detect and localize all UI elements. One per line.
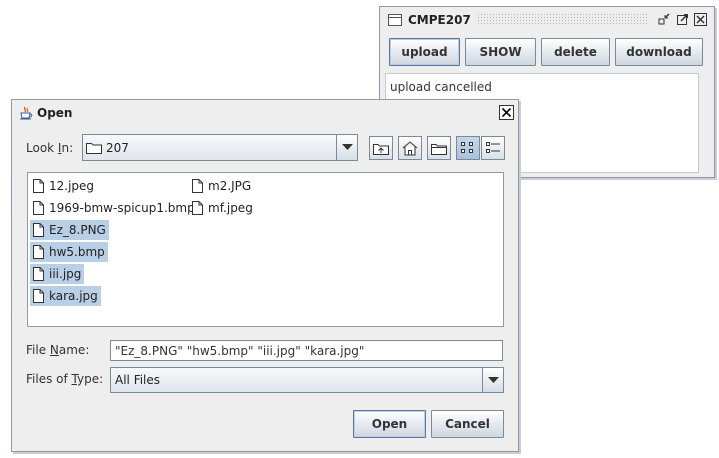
- file-name: iii.jpg: [49, 267, 82, 281]
- up-one-level-button[interactable]: [369, 136, 393, 160]
- window-icon: [388, 13, 402, 26]
- delete-button[interactable]: delete: [541, 38, 610, 66]
- upload-button[interactable]: upload: [389, 38, 460, 66]
- look-in-label: Look In:: [26, 141, 74, 155]
- file-icon: [33, 223, 44, 237]
- title-bar-grip: [476, 13, 648, 26]
- file-icon: [33, 201, 44, 215]
- list-item[interactable]: Ez_8.PNG: [30, 220, 109, 240]
- close-icon[interactable]: [693, 12, 708, 27]
- window-title: CMPE207: [408, 12, 471, 27]
- new-folder-icon: [431, 144, 447, 155]
- open-dialog: Open Look In: 207 12.jpeg 1969-bmw-spicu…: [11, 99, 519, 452]
- list-item[interactable]: kara.jpg: [30, 286, 101, 306]
- look-in-dropdown[interactable]: 207: [82, 134, 358, 161]
- file-name: kara.jpg: [49, 289, 98, 303]
- list-item[interactable]: mf.jpeg: [189, 198, 256, 218]
- download-button[interactable]: download: [615, 38, 703, 66]
- folder-icon: [86, 141, 102, 154]
- file-icon: [33, 179, 44, 193]
- files-of-type-label: Files of Type:: [26, 372, 104, 386]
- minimize-icon[interactable]: [657, 12, 672, 27]
- file-name-input[interactable]: "Ez_8.PNG" "hw5.bmp" "iii.jpg" "kara.jpg…: [110, 340, 503, 361]
- list-view-button[interactable]: [456, 136, 480, 160]
- dialog-title: Open: [37, 105, 73, 120]
- cancel-button[interactable]: Cancel: [431, 410, 504, 438]
- chevron-down-icon[interactable]: [336, 135, 357, 160]
- cmpe207-title-bar[interactable]: CMPE207: [380, 7, 714, 32]
- file-icon: [33, 245, 44, 259]
- file-name: Ez_8.PNG: [49, 223, 106, 237]
- home-icon: [402, 140, 418, 155]
- file-icon: [33, 289, 44, 303]
- list-item[interactable]: iii.jpg: [30, 264, 85, 284]
- files-of-type-value: All Files: [115, 373, 161, 387]
- list-item[interactable]: hw5.bmp: [30, 242, 108, 262]
- list-item[interactable]: 12.jpeg: [30, 176, 97, 196]
- file-name: m2.JPG: [208, 179, 252, 193]
- file-name-label: File Name:: [26, 343, 90, 357]
- maximize-icon[interactable]: [675, 12, 690, 27]
- file-name: mf.jpeg: [208, 201, 253, 215]
- file-name: 1969-bmw-spicup1.bmp: [49, 201, 195, 215]
- status-text: upload cancelled: [390, 80, 492, 94]
- list-view-icon: [461, 142, 473, 153]
- file-name: 12.jpeg: [49, 179, 95, 193]
- up-folder-icon: [373, 144, 389, 155]
- open-dialog-title-bar[interactable]: Open: [12, 100, 518, 125]
- open-button[interactable]: Open: [353, 410, 426, 438]
- files-of-type-dropdown[interactable]: All Files: [110, 367, 504, 393]
- list-item[interactable]: 1969-bmw-spicup1.bmp: [30, 198, 198, 218]
- list-item[interactable]: m2.JPG: [189, 176, 254, 196]
- java-cup-icon: [19, 106, 33, 120]
- new-folder-button[interactable]: [427, 136, 451, 160]
- vertical-scrollbar[interactable]: [698, 73, 710, 171]
- file-name: hw5.bmp: [49, 245, 105, 259]
- file-list[interactable]: 12.jpeg 1969-bmw-spicup1.bmp Ez_8.PNG hw…: [27, 172, 504, 327]
- file-icon: [192, 201, 203, 215]
- details-view-icon: [486, 142, 500, 153]
- home-button[interactable]: [398, 136, 422, 160]
- file-icon: [33, 267, 44, 281]
- details-view-button[interactable]: [481, 136, 505, 160]
- file-icon: [192, 179, 203, 193]
- close-icon[interactable]: [499, 105, 514, 120]
- chevron-down-icon[interactable]: [482, 368, 503, 392]
- show-button[interactable]: SHOW: [465, 38, 536, 66]
- look-in-value: 207: [106, 140, 129, 155]
